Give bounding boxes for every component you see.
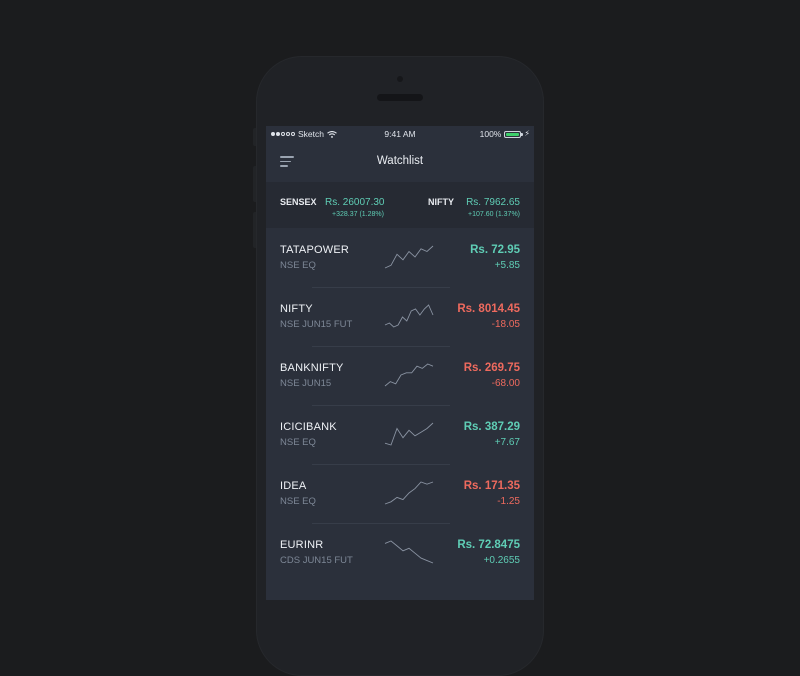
index-name-nifty: NIFTY: [428, 197, 454, 207]
watchlist-row[interactable]: IDEA NSE EQ Rs. 171.35 -1.25: [266, 464, 534, 523]
last-price: Rs. 8014.45: [457, 303, 520, 315]
price-change: -18.05: [491, 319, 520, 330]
status-right: 100% ⚡: [480, 129, 530, 139]
front-camera: [397, 76, 403, 82]
last-price: Rs. 171.35: [463, 480, 520, 492]
volume-up-button: [253, 166, 256, 202]
battery-icon: [504, 130, 524, 138]
sparkline-chart: [384, 304, 434, 328]
sparkline-chart: [384, 422, 434, 446]
price-change: +7.67: [494, 437, 520, 448]
exchange-label: NSE JUN15 FUT: [280, 319, 353, 330]
watchlist-row[interactable]: TATAPOWER NSE EQ Rs. 72.95 +5.85: [266, 228, 534, 287]
app-screen: Sketch 9:41 AM 100% ⚡ Watchlist SENSEX R…: [266, 126, 534, 600]
status-bar: Sketch 9:41 AM 100% ⚡: [266, 126, 534, 142]
index-summary: SENSEX Rs. 26007.30 +328.37 (1.28%) NIFT…: [266, 182, 534, 228]
watchlist-row[interactable]: NIFTY NSE JUN15 FUT Rs. 8014.45 -18.05: [266, 287, 534, 346]
sparkline-line: [384, 481, 434, 505]
page-title: Watchlist: [376, 155, 424, 167]
index-value-nifty: Rs. 7962.65: [466, 197, 520, 208]
sparkline-line: [384, 304, 434, 328]
last-price: Rs. 72.8475: [457, 539, 520, 551]
battery-level: [506, 132, 520, 136]
index-value-sensex: Rs. 26007.30: [325, 197, 385, 208]
price-change: -68.00: [491, 378, 520, 389]
nav-bar: Watchlist: [266, 142, 534, 182]
mute-switch: [253, 128, 256, 146]
price-change: +5.85: [494, 260, 520, 271]
watchlist: TATAPOWER NSE EQ Rs. 72.95 +5.85 NIFTY NSE JU…: [266, 228, 534, 582]
last-price: Rs. 72.95: [470, 244, 520, 256]
last-price: Rs. 387.29: [463, 421, 520, 433]
index-name-sensex: SENSEX: [280, 197, 317, 207]
sparkline-line: [384, 363, 434, 387]
index-change-nifty: +107.60 (1.37%): [468, 211, 520, 218]
exchange-label: NSE EQ: [280, 496, 316, 507]
price-change: +0.2655: [483, 555, 520, 566]
watchlist-row[interactable]: ICICIBANK NSE EQ Rs. 387.29 +7.67: [266, 405, 534, 464]
exchange-label: CDS JUN15 FUT: [280, 555, 353, 566]
stock-symbol: EURINR: [280, 539, 324, 551]
sparkline-line: [384, 245, 434, 269]
watchlist-row[interactable]: BANKNIFTY NSE JUN15 Rs. 269.75 -68.00: [266, 346, 534, 405]
sparkline-line: [384, 422, 434, 446]
stock-symbol: ICICIBANK: [280, 421, 337, 433]
last-price: Rs. 269.75: [463, 362, 520, 374]
charging-bolt-icon: ⚡: [524, 129, 530, 138]
battery-percent: 100%: [479, 129, 502, 139]
sparkline-chart: [384, 245, 434, 269]
stock-symbol: TATAPOWER: [280, 244, 350, 256]
index-change-sensex: +328.37 (1.28%): [332, 211, 384, 218]
stock-symbol: IDEA: [280, 480, 307, 492]
sparkline-chart: [384, 540, 434, 564]
sparkline-chart: [384, 481, 434, 505]
price-change: -1.25: [497, 496, 520, 507]
stock-symbol: BANKNIFTY: [280, 362, 344, 374]
sparkline-chart: [384, 363, 434, 387]
exchange-label: NSE EQ: [280, 260, 316, 271]
sparkline-line: [384, 540, 434, 564]
stock-symbol: NIFTY: [280, 303, 313, 315]
exchange-label: NSE JUN15: [280, 378, 332, 389]
exchange-label: NSE EQ: [280, 437, 316, 448]
volume-down-button: [253, 212, 256, 248]
earpiece-speaker: [377, 94, 423, 101]
watchlist-row[interactable]: EURINR CDS JUN15 FUT Rs. 72.8475 +0.2655: [266, 523, 534, 582]
